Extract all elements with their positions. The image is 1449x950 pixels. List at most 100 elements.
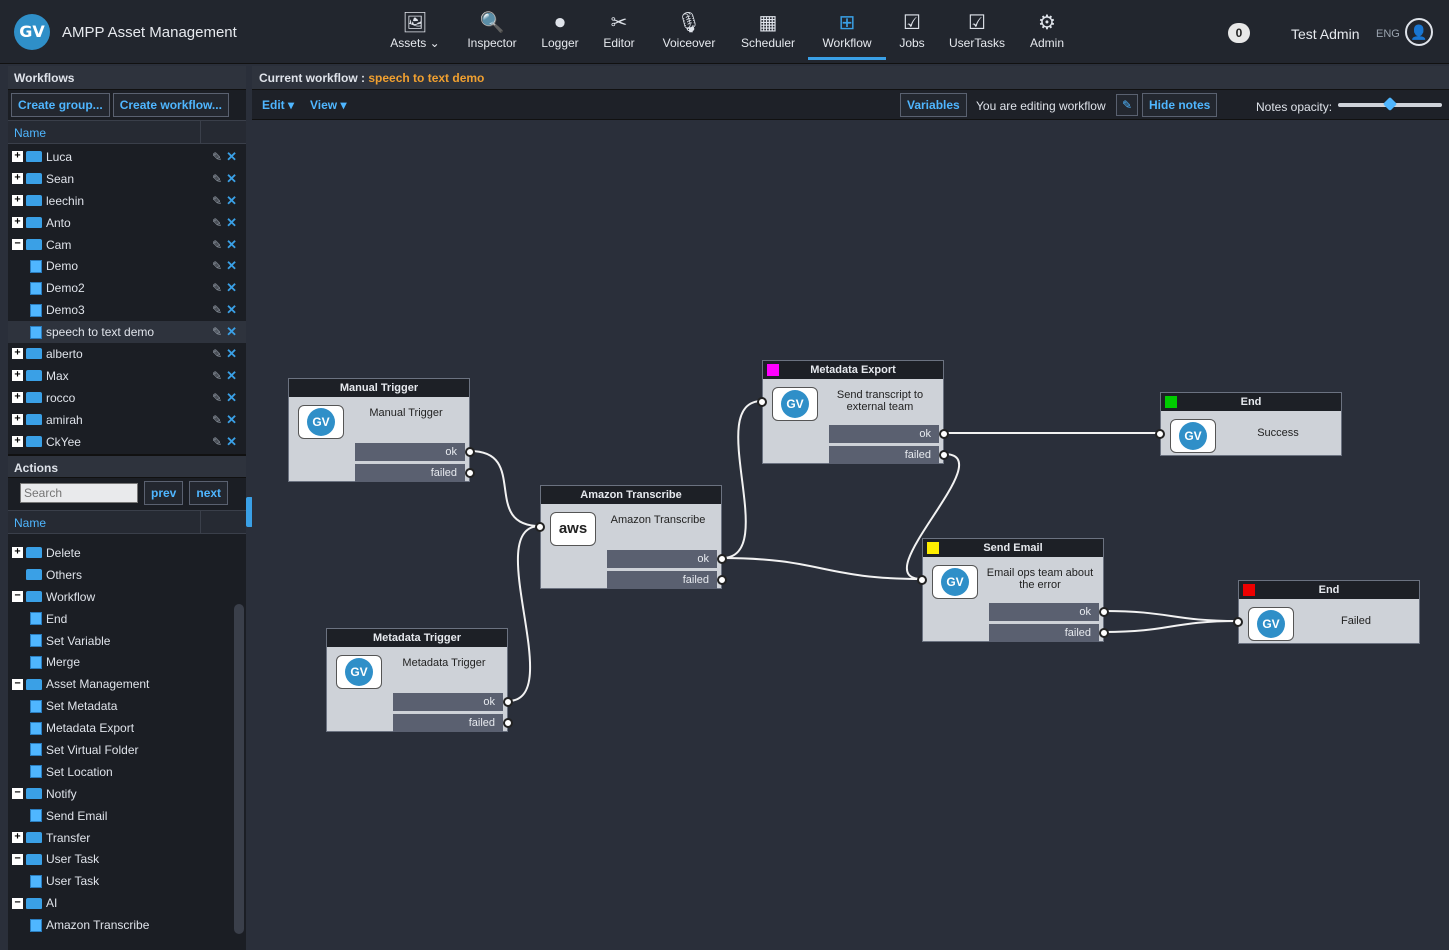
create-workflow-button[interactable]: Create workflow... [112, 93, 229, 117]
tree-item[interactable]: − Cam ✎ ✕ [8, 234, 246, 256]
tree-item[interactable]: − User Task [8, 848, 246, 870]
input-port-dot[interactable] [757, 397, 767, 407]
nav-assets[interactable]: 🖼 Assets ⌄ [378, 6, 452, 60]
collapse-icon[interactable]: − [12, 239, 23, 250]
input-port-dot[interactable] [917, 575, 927, 585]
expand-icon[interactable]: + [12, 348, 23, 360]
edit-pencil-icon[interactable]: ✎ [212, 259, 222, 273]
output-port-dot[interactable] [1099, 607, 1109, 617]
edit-pencil-icon[interactable]: ✎ [212, 435, 222, 449]
workflow-node-success[interactable]: End GV Success [1155, 392, 1342, 456]
tree-item[interactable]: + Anto ✎ ✕ [8, 212, 246, 234]
workflow-node-transcribe[interactable]: Amazon Transcribe aws Amazon Transcribe ok f… [535, 485, 727, 589]
port-ok[interactable]: ok [607, 550, 717, 568]
edit-pencil-icon[interactable]: ✎ [212, 347, 222, 361]
expand-icon[interactable]: + [12, 392, 23, 404]
output-port-dot[interactable] [465, 447, 475, 457]
edit-pencil-icon[interactable]: ✎ [212, 369, 222, 383]
delete-icon[interactable]: ✕ [226, 390, 237, 406]
port-failed[interactable]: failed [355, 464, 465, 482]
workflow-node-email[interactable]: Send Email GV Email ops team about the err… [917, 538, 1109, 642]
edit-pencil-icon[interactable]: ✎ [212, 413, 222, 427]
tree-item[interactable]: Merge [8, 651, 246, 673]
tree-item[interactable]: Others [8, 564, 246, 586]
hide-notes-button[interactable]: Hide notes [1142, 93, 1218, 117]
user-name[interactable]: Test Admin [1291, 26, 1359, 42]
tree-item[interactable]: + Luca ✎ ✕ [8, 146, 246, 168]
edit-pencil-icon[interactable]: ✎ [212, 391, 222, 405]
edit-pencil-icon[interactable]: ✎ [212, 281, 222, 295]
collapse-icon[interactable]: − [12, 591, 23, 603]
edit-pencil-icon[interactable]: ✎ [212, 150, 222, 164]
edit-pencil-icon[interactable]: ✎ [212, 172, 222, 186]
tree-item[interactable]: + Sean ✎ ✕ [8, 168, 246, 190]
view-menu[interactable]: View ▾ [310, 98, 347, 112]
delete-icon[interactable]: ✕ [226, 237, 237, 253]
input-port-dot[interactable] [1233, 617, 1243, 627]
delete-icon[interactable]: ✕ [226, 193, 237, 209]
delete-icon[interactable]: ✕ [226, 215, 237, 231]
prev-button[interactable]: prev [144, 481, 184, 505]
edit-pencil-icon[interactable]: ✎ [212, 194, 222, 208]
delete-icon[interactable]: ✕ [226, 434, 237, 450]
collapse-icon[interactable]: − [12, 853, 23, 865]
port-failed[interactable]: failed [989, 624, 1099, 642]
delete-icon[interactable]: ✕ [226, 368, 237, 384]
tree-item[interactable]: Send Email [8, 805, 246, 827]
nav-scheduler[interactable]: ▦ Scheduler [728, 6, 808, 60]
collapse-icon[interactable]: − [12, 678, 23, 690]
collapse-icon[interactable]: − [12, 788, 23, 800]
user-avatar-icon[interactable]: 👤 [1405, 18, 1433, 46]
tree-item[interactable]: Set Virtual Folder [8, 739, 246, 761]
expand-icon[interactable]: + [12, 436, 23, 448]
port-failed[interactable]: failed [393, 714, 503, 732]
workflow-node-metatrig[interactable]: Metadata Trigger GV Metadata Trigger ok fail… [326, 628, 513, 732]
output-port-dot[interactable] [503, 697, 513, 707]
expand-icon[interactable]: + [12, 195, 23, 207]
nav-usertasks[interactable]: ☑ UserTasks [938, 6, 1016, 60]
tree-item[interactable]: Set Metadata [8, 695, 246, 717]
actions-search-input[interactable] [20, 483, 138, 503]
opacity-slider-thumb[interactable] [1382, 96, 1398, 112]
edit-pencil-icon[interactable]: ✎ [212, 238, 222, 252]
port-failed[interactable]: failed [829, 446, 939, 464]
actions-scrollbar[interactable] [234, 604, 244, 934]
next-button[interactable]: next [189, 481, 229, 505]
tree-item[interactable]: − AI [8, 892, 246, 914]
tree-item[interactable]: + amirah ✎ ✕ [8, 409, 246, 431]
tree-item[interactable]: + leechin ✎ ✕ [8, 190, 246, 212]
delete-icon[interactable]: ✕ [226, 280, 237, 296]
tree-item[interactable]: Metadata Export [8, 717, 246, 739]
port-ok[interactable]: ok [355, 443, 465, 461]
expand-icon[interactable]: + [12, 370, 23, 382]
notification-badge[interactable]: 0 [1228, 23, 1250, 43]
delete-icon[interactable]: ✕ [226, 302, 237, 318]
output-port-dot[interactable] [465, 468, 475, 478]
workflow-node-manual[interactable]: Manual Trigger GV Manual Trigger ok failed [288, 378, 475, 482]
tree-item[interactable]: Demo2 ✎ ✕ [8, 277, 246, 299]
tree-item[interactable]: End [8, 608, 246, 630]
port-ok[interactable]: ok [989, 603, 1099, 621]
workflow-node-fail[interactable]: End GV Failed [1233, 580, 1420, 644]
workflow-canvas[interactable]: Manual Trigger GV Manual Trigger ok failed Me… [252, 120, 1449, 950]
tree-item[interactable]: − Workflow [8, 586, 246, 608]
tree-item[interactable]: + Delete [8, 542, 246, 564]
tree-item[interactable]: speech to text demo ✎ ✕ [8, 321, 246, 344]
tree-item[interactable]: + Max ✎ ✕ [8, 365, 246, 387]
nav-jobs[interactable]: ☑ Jobs [886, 6, 938, 60]
output-port-dot[interactable] [1099, 628, 1109, 638]
input-port-dot[interactable] [1155, 429, 1165, 439]
output-port-dot[interactable] [939, 429, 949, 439]
create-group-button[interactable]: Create group... [11, 93, 110, 117]
edit-pencil-icon[interactable]: ✎ [212, 216, 222, 230]
edit-menu[interactable]: Edit ▾ [262, 98, 294, 112]
nav-logger[interactable]: ⏺ Logger [532, 6, 588, 60]
delete-icon[interactable]: ✕ [226, 149, 237, 165]
delete-icon[interactable]: ✕ [226, 171, 237, 187]
collapse-icon[interactable]: − [12, 897, 23, 909]
output-port-dot[interactable] [717, 554, 727, 564]
tree-item[interactable]: + CkYee ✎ ✕ [8, 431, 246, 453]
tree-item[interactable]: − Notify [8, 783, 246, 805]
port-failed[interactable]: failed [607, 571, 717, 589]
tree-item[interactable]: Set Location [8, 761, 246, 783]
